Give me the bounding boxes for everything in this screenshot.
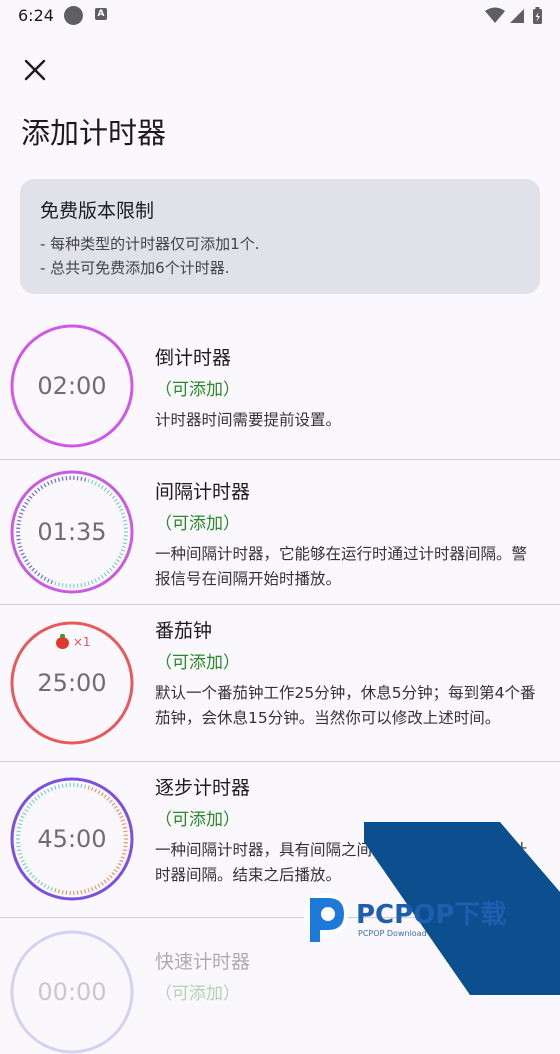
timer-description: 一种间隔计时器，它能够在运行时通过计时器间隔。警报信号在间隔开始时播放。	[155, 542, 542, 592]
timer-item-interval[interactable]: 01:35 间隔计时器 （可添加） 一种间隔计时器，它能够在运行时通过计时器间隔…	[0, 460, 560, 605]
wifi-icon	[485, 8, 505, 24]
timer-status: （可添加）	[155, 510, 542, 538]
status-bar: 6:24 A	[0, 0, 560, 32]
close-icon	[22, 57, 48, 83]
close-button[interactable]	[22, 57, 48, 83]
signal-icon	[510, 9, 524, 23]
page-title: 添加计时器	[21, 110, 166, 152]
timer-description: 默认一个番茄钟工作25分钟，休息5分钟；每到第4个番茄钟，会休息15分钟。当然你…	[155, 681, 542, 731]
timer-name: 间隔计时器	[155, 478, 542, 506]
timer-dial: 01:35	[10, 470, 134, 594]
notification-app-icon: A	[95, 8, 107, 20]
notification-dot-icon	[64, 6, 83, 25]
battery-icon	[533, 7, 542, 24]
pcpop-logo-icon	[304, 893, 348, 942]
timer-description: 计时器时间需要提前设置。	[155, 408, 542, 433]
status-icons	[484, 6, 546, 30]
dial-time: 00:00	[10, 930, 134, 1054]
timer-dial: 00:00	[10, 930, 134, 1054]
watermark-brand: PCPOP下载	[356, 900, 506, 930]
watermark-sub: PCPOP Download	[358, 929, 427, 938]
timer-item-pomodoro[interactable]: ×1 25:00 番茄钟 （可添加） 默认一个番茄钟工作25分钟，休息5分钟；每…	[0, 605, 560, 762]
pcpop-watermark: PCPOP下载 PCPOP Download	[300, 822, 560, 995]
timer-name: 番茄钟	[155, 617, 542, 645]
dial-time: 45:00	[10, 777, 134, 901]
status-time: 6:24	[18, 6, 54, 25]
timer-status: （可添加）	[155, 376, 542, 404]
limit-line: - 总共可免费添加6个计时器.	[40, 256, 520, 280]
timer-dial: ×1 25:00	[10, 621, 134, 745]
free-version-limit-card: 免费版本限制 - 每种类型的计时器仅可添加1个. - 总共可免费添加6个计时器.	[20, 179, 540, 294]
timer-name: 逐步计时器	[155, 774, 542, 802]
timer-dial: 02:00	[10, 324, 134, 448]
timer-item-countdown[interactable]: 02:00 倒计时器 （可添加） 计时器时间需要提前设置。	[0, 318, 560, 460]
limit-line: - 每种类型的计时器仅可添加1个.	[40, 232, 520, 256]
dial-time: 01:35	[10, 470, 134, 594]
limit-card-title: 免费版本限制	[40, 196, 520, 223]
dial-time: 02:00	[10, 324, 134, 448]
dial-time: 25:00	[10, 621, 134, 745]
timer-status: （可添加）	[155, 649, 542, 677]
timer-name: 倒计时器	[155, 344, 542, 372]
timer-dial: 45:00	[10, 777, 134, 901]
